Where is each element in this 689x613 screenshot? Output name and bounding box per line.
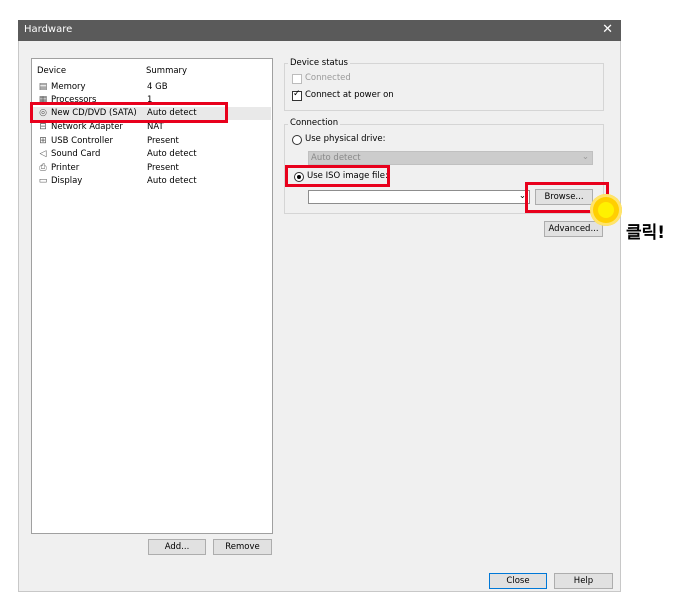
physical-drive-select[interactable]: Auto detect ⌄ bbox=[308, 151, 593, 165]
device-summary: Auto detect bbox=[147, 149, 197, 159]
device-name: Display bbox=[51, 176, 83, 186]
connect-at-power-on-checkbox[interactable]: ✓ bbox=[292, 89, 302, 101]
device-row-sound-card[interactable]: ◁ Sound Card Auto detect bbox=[33, 148, 271, 161]
device-summary: Auto detect bbox=[147, 176, 197, 186]
device-summary: 4 GB bbox=[147, 82, 168, 92]
printer-icon: ⎙ bbox=[39, 163, 47, 173]
add-button[interactable]: Add... bbox=[148, 539, 206, 555]
use-physical-drive-radio[interactable] bbox=[292, 135, 302, 145]
device-row-display[interactable]: ▭ Display Auto detect bbox=[33, 175, 271, 188]
click-annotation: 클릭! bbox=[626, 223, 666, 243]
summary-column-header[interactable]: Summary bbox=[146, 66, 187, 76]
device-status-group bbox=[284, 63, 604, 111]
use-physical-drive-label: Use physical drive: bbox=[305, 134, 386, 144]
device-row-printer[interactable]: ⎙ Printer Present bbox=[33, 162, 271, 175]
device-summary: Present bbox=[147, 163, 179, 173]
device-row-usb-controller[interactable]: ⊞ USB Controller Present bbox=[33, 135, 271, 148]
device-column-header[interactable]: Device bbox=[37, 66, 66, 76]
iso-radio-highlight bbox=[285, 165, 390, 187]
sound-card-icon: ◁ bbox=[39, 149, 47, 159]
advanced-button[interactable]: Advanced... bbox=[544, 221, 603, 237]
connected-checkbox[interactable] bbox=[292, 74, 302, 84]
device-name: Memory bbox=[51, 82, 86, 92]
physical-drive-value: Auto detect bbox=[311, 153, 361, 163]
close-icon[interactable]: ✕ bbox=[602, 22, 613, 37]
connect-at-power-on-label: Connect at power on bbox=[305, 90, 394, 100]
device-status-label: Device status bbox=[288, 58, 350, 68]
close-button[interactable]: Close bbox=[489, 573, 547, 589]
device-list: Device Summary ▤ Memory 4 GB ▦ Processor… bbox=[31, 58, 273, 534]
memory-icon: ▤ bbox=[38, 82, 48, 92]
checkmark-icon: ✓ bbox=[293, 89, 301, 99]
connected-label: Connected bbox=[305, 73, 351, 83]
device-name: Printer bbox=[51, 163, 80, 173]
connection-label: Connection bbox=[288, 118, 341, 128]
device-name: Sound Card bbox=[51, 149, 101, 159]
usb-icon: ⊞ bbox=[39, 136, 47, 146]
device-row-memory[interactable]: ▤ Memory 4 GB bbox=[33, 81, 271, 94]
window-title: Hardware bbox=[24, 24, 73, 35]
cd-dvd-highlight bbox=[30, 102, 228, 123]
display-icon: ▭ bbox=[38, 176, 48, 186]
device-summary: Present bbox=[147, 136, 179, 146]
help-button[interactable]: Help bbox=[554, 573, 613, 589]
cursor-indicator-core bbox=[598, 202, 614, 218]
iso-path-combobox[interactable]: ⌄ bbox=[308, 190, 530, 204]
device-name: USB Controller bbox=[51, 136, 113, 146]
chevron-down-icon: ⌄ bbox=[581, 152, 589, 162]
remove-button[interactable]: Remove bbox=[213, 539, 272, 555]
title-bar: Hardware ✕ bbox=[18, 20, 621, 41]
